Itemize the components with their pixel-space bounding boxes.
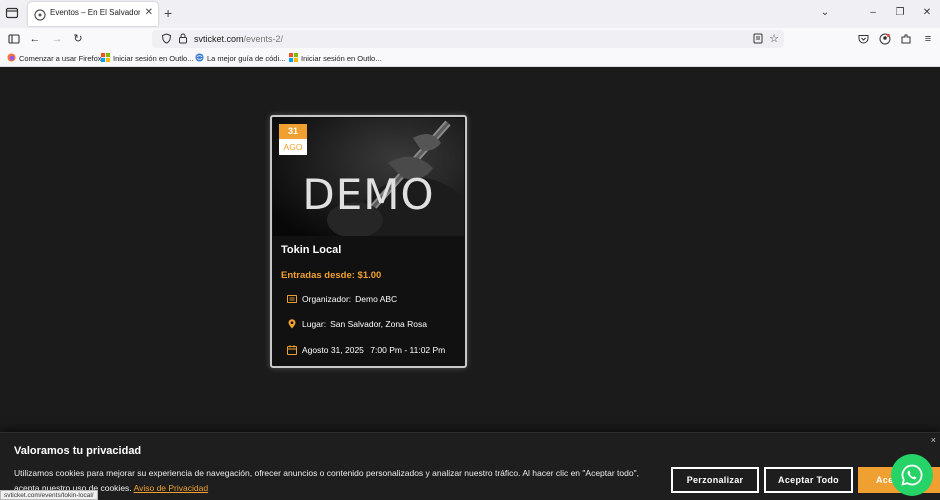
lock-icon[interactable] bbox=[175, 31, 191, 47]
map-pin-icon bbox=[288, 319, 296, 329]
account-icon[interactable] bbox=[877, 31, 893, 47]
date-text: Agosto 31, 2025 bbox=[302, 345, 364, 355]
back-icon[interactable]: ← bbox=[27, 31, 43, 47]
bookmark-label: Comenzar a usar Firefox bbox=[19, 54, 102, 63]
date-row: Agosto 31, 2025 7:00 Pm - 11:02 Pm bbox=[287, 345, 445, 355]
menu-icon[interactable]: ≡ bbox=[920, 31, 936, 47]
firefox-icon bbox=[7, 53, 16, 62]
cookie-title: Valoramos tu privacidad bbox=[14, 445, 142, 457]
location-value: San Salvador, Zona Rosa bbox=[330, 319, 427, 329]
star-icon[interactable]: ☆ bbox=[766, 31, 782, 47]
event-image[interactable]: DEMO 31 AGO bbox=[273, 118, 464, 236]
organizer-value: Demo ABC bbox=[355, 294, 398, 304]
location-row: Lugar: San Salvador, Zona Rosa bbox=[287, 319, 427, 329]
whatsapp-button[interactable] bbox=[891, 454, 933, 496]
accept-all-button[interactable]: Aceptar Todo bbox=[764, 467, 853, 493]
cookie-description: Utilizamos cookies para mejorar su exper… bbox=[14, 468, 639, 493]
url-text: svticket.com/events-2/ bbox=[194, 34, 283, 44]
bookmark-firefox[interactable]: Comenzar a usar Firefox bbox=[7, 53, 102, 65]
cookie-banner: × Valoramos tu privacidad Utilizamos coo… bbox=[0, 432, 940, 500]
chevron-down-icon[interactable]: ⌄ bbox=[818, 6, 832, 20]
bookmark-label: La mejor guía de códi... bbox=[207, 54, 286, 63]
bookmarks-bar: Comenzar a usar Firefox Iniciar sesión e… bbox=[0, 50, 940, 67]
status-bar-url: svticket.com/events/tokin-local/ bbox=[0, 490, 98, 500]
sidebar-icon[interactable] bbox=[6, 31, 22, 47]
date-badge: 31 AGO bbox=[279, 124, 307, 155]
privacy-notice-link[interactable]: Aviso de Privacidad bbox=[134, 483, 209, 493]
calendar-icon bbox=[287, 345, 297, 355]
url-bar[interactable]: svticket.com/events-2/ ☆ bbox=[152, 30, 784, 48]
pocket-icon[interactable] bbox=[855, 31, 871, 47]
organizer-row: Organizador: Demo ABC bbox=[287, 294, 397, 304]
shield-icon[interactable] bbox=[158, 31, 174, 47]
forward-icon[interactable]: → bbox=[49, 31, 65, 47]
microsoft-icon bbox=[101, 53, 110, 62]
bookmark-label: Iniciar sesión en Outlo... bbox=[301, 54, 382, 63]
date-day: 31 bbox=[279, 124, 307, 139]
event-title[interactable]: Tokin Local bbox=[281, 244, 341, 256]
url-domain: svticket.com bbox=[194, 34, 244, 44]
tab-bar: Eventos – En El Salvador C.A. – S ✕ + ⌄ … bbox=[0, 0, 940, 28]
reload-icon[interactable]: ↻ bbox=[70, 31, 86, 47]
site-favicon-icon bbox=[34, 8, 46, 21]
bookmark-outlook-1[interactable]: Iniciar sesión en Outlo... bbox=[101, 53, 193, 65]
microsoft-icon bbox=[289, 53, 298, 62]
location-label: Lugar: bbox=[302, 319, 327, 329]
cookie-text: Utilizamos cookies para mejorar su exper… bbox=[14, 466, 654, 496]
event-price: Entradas desde: $1.00 bbox=[281, 270, 382, 281]
globe-icon bbox=[195, 53, 204, 62]
navigation-bar: ← → ↻ svticket.com/events-2/ ☆ ≡ bbox=[0, 28, 940, 50]
event-card[interactable]: DEMO 31 AGO Tokin Local Entradas desde: … bbox=[270, 115, 467, 368]
organizer-label: Organizador: bbox=[302, 294, 352, 304]
whatsapp-icon bbox=[901, 464, 923, 486]
organizer-icon bbox=[287, 295, 297, 303]
active-tab[interactable]: Eventos – En El Salvador C.A. – S ✕ bbox=[28, 2, 158, 26]
reader-icon[interactable] bbox=[750, 31, 766, 47]
minimize-icon[interactable]: – bbox=[866, 6, 880, 20]
tab-list-icon[interactable] bbox=[5, 6, 21, 22]
tab-title: Eventos – En El Salvador C.A. – S bbox=[50, 8, 140, 17]
bookmark-outlook-2[interactable]: Iniciar sesión en Outlo... bbox=[289, 53, 381, 65]
time-text: 7:00 Pm - 11:02 Pm bbox=[370, 345, 446, 355]
bookmark-label: Iniciar sesión en Outlo... bbox=[113, 54, 194, 63]
extensions-icon[interactable] bbox=[898, 31, 914, 47]
close-icon[interactable]: × bbox=[931, 435, 936, 445]
close-window-icon[interactable]: ✕ bbox=[920, 6, 934, 20]
date-month: AGO bbox=[279, 139, 307, 155]
close-icon[interactable]: ✕ bbox=[145, 7, 153, 19]
image-text: DEMO bbox=[302, 170, 435, 219]
bookmark-guide[interactable]: La mejor guía de códi... bbox=[195, 53, 285, 65]
url-path: /events-2/ bbox=[243, 34, 284, 44]
plus-icon[interactable]: + bbox=[164, 5, 172, 21]
customize-button[interactable]: Perzonalizar bbox=[671, 467, 759, 493]
restore-icon[interactable]: ❐ bbox=[893, 6, 907, 20]
